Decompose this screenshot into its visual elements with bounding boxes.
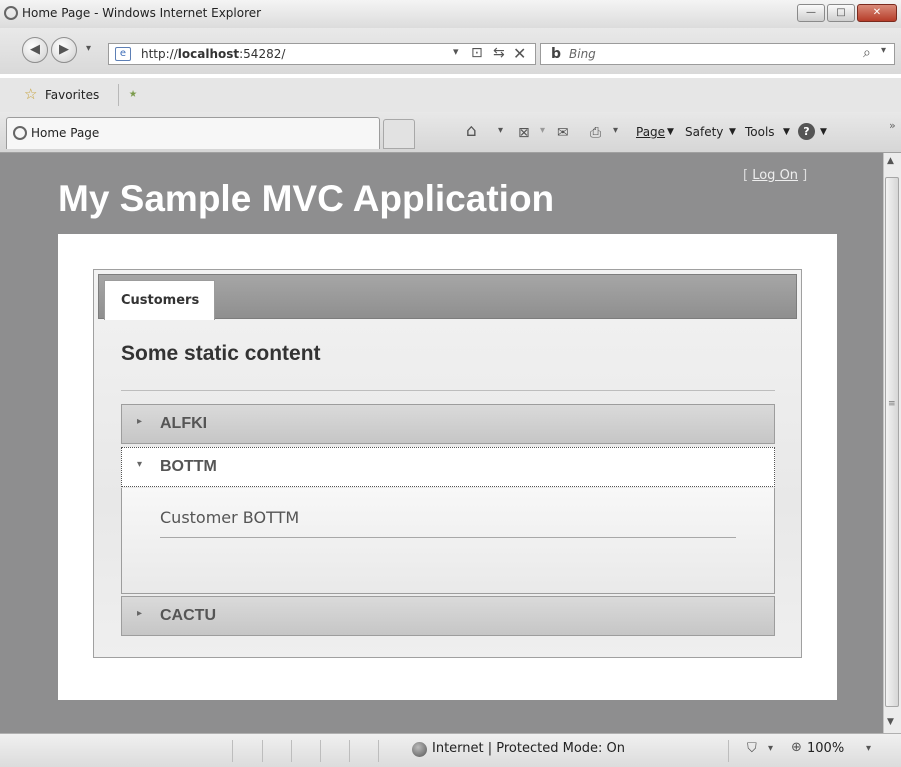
refresh-icon[interactable]: ⇆ <box>493 45 505 61</box>
compatibility-view-icon[interactable]: ⊡ <box>471 45 483 61</box>
collapsed-arrow-icon: ▸ <box>137 608 143 619</box>
app-title: My Sample MVC Application <box>58 178 555 219</box>
print-icon[interactable]: ⎙ <box>590 125 601 141</box>
zoom-magnifier-icon: ⊕ <box>791 740 802 755</box>
print-dropdown-icon[interactable]: ▾ <box>613 125 618 136</box>
bing-logo-icon: b <box>551 46 562 62</box>
panelbar-item-cactu[interactable]: ▸ CACTU <box>121 596 775 636</box>
status-divider <box>349 740 350 762</box>
tab-title: Home Page <box>31 126 100 140</box>
close-window-button[interactable]: ✕ <box>857 4 897 22</box>
expanded-arrow-icon: ▾ <box>137 459 143 470</box>
logon-link[interactable]: Log On <box>752 168 798 183</box>
safety-menu[interactable]: Safety <box>685 125 723 139</box>
status-divider <box>378 740 379 762</box>
zoom-dropdown-icon[interactable]: ▾ <box>866 743 871 754</box>
favorites-button[interactable]: Favorites <box>45 88 99 102</box>
home-icon[interactable]: ⌂ <box>466 121 477 141</box>
new-tab-button[interactable] <box>383 119 415 149</box>
minimize-button[interactable]: — <box>797 4 825 22</box>
browser-tab-home-page[interactable]: Home Page <box>6 117 380 149</box>
status-divider <box>728 740 729 762</box>
feeds-icon[interactable]: ⊠ <box>518 125 530 141</box>
page-menu[interactable]: Page <box>636 125 665 139</box>
stop-icon[interactable]: ✕ <box>513 44 526 63</box>
scrollbar-grip-icon: ≡ <box>888 399 896 409</box>
logon-bracket-close: ] <box>798 168 808 183</box>
status-divider <box>291 740 292 762</box>
panelbar-item-label: CACTU <box>160 607 216 624</box>
protected-mode-dropdown-icon[interactable]: ▾ <box>768 743 773 754</box>
tools-menu-arrow-icon: ▼ <box>783 127 790 137</box>
help-icon[interactable]: ? <box>798 123 815 140</box>
favorites-divider <box>118 84 119 106</box>
read-mail-icon[interactable]: ✉ <box>557 125 569 141</box>
home-dropdown-icon[interactable]: ▾ <box>498 125 503 136</box>
scroll-up-arrow-icon[interactable]: ▲ <box>887 156 894 166</box>
logon-bracket-open: [ <box>743 168 753 183</box>
search-placeholder: Bing <box>569 47 596 61</box>
add-to-favorites-bar-icon[interactable]: ⭑ <box>129 84 137 102</box>
panelbar-content-bottm <box>121 488 775 594</box>
panelbar-item-alfki[interactable]: ▸ ALFKI <box>121 404 775 444</box>
scroll-down-arrow-icon[interactable]: ▼ <box>887 717 894 727</box>
maximize-button[interactable]: □ <box>827 4 855 22</box>
heading-divider <box>121 390 775 391</box>
protected-mode-lock-icon[interactable]: ⛉ <box>747 741 757 756</box>
address-dropdown-icon[interactable]: ▾ <box>453 45 459 58</box>
tab-customers[interactable]: Customers <box>104 280 215 320</box>
back-button[interactable]: ◀ <box>22 37 48 63</box>
search-options-dropdown-icon[interactable]: ▾ <box>881 45 886 56</box>
scrollbar-thumb[interactable] <box>885 177 899 707</box>
safety-menu-arrow-icon: ▼ <box>729 127 736 137</box>
search-icon[interactable]: ⌕ <box>863 45 871 61</box>
address-bar[interactable]: e http://localhost:54282/ ▾ ⊡ ⇆ ✕ <box>108 43 536 65</box>
tools-menu[interactable]: Tools <box>745 125 775 139</box>
collapsed-arrow-icon: ▸ <box>137 416 143 427</box>
status-divider <box>320 740 321 762</box>
favorites-star-icon[interactable]: ☆ <box>24 85 37 103</box>
customer-content-text: Customer BOTTM <box>160 508 300 527</box>
page-menu-arrow-icon: ▼ <box>667 127 674 137</box>
address-url: http://localhost:54282/ <box>141 47 286 61</box>
more-commands-icon[interactable]: » <box>889 119 896 132</box>
feeds-dropdown-icon[interactable]: ▾ <box>540 125 545 136</box>
ie-logo-icon <box>4 6 18 20</box>
window-title: Home Page - Windows Internet Explorer <box>22 6 262 20</box>
forward-button[interactable]: ▶ <box>51 37 77 63</box>
content-divider <box>160 537 736 538</box>
help-arrow-icon: ▼ <box>820 127 827 137</box>
security-zone-status[interactable]: Internet | Protected Mode: On <box>432 741 625 756</box>
panelbar-item-label: ALFKI <box>160 415 208 432</box>
internet-zone-globe-icon <box>412 742 427 757</box>
window-title-bar: Home Page - Windows Internet Explorer <box>0 0 901 29</box>
tab-customers-label: Customers <box>121 293 200 308</box>
recent-pages-dropdown-icon[interactable]: ▾ <box>86 43 91 54</box>
logon-area: [ Log On ] <box>743 168 807 183</box>
search-box[interactable]: b Bing ⌕ ▾ <box>540 43 895 65</box>
page-icon: e <box>115 47 131 61</box>
status-divider <box>262 740 263 762</box>
status-divider <box>232 740 233 762</box>
static-content-heading: Some static content <box>121 342 321 365</box>
panelbar-item-label: BOTTM <box>160 458 217 475</box>
tab-ie-icon <box>13 126 27 140</box>
panelbar-item-bottm[interactable]: ▾ BOTTM <box>121 447 775 487</box>
zoom-level[interactable]: 100% <box>807 741 844 756</box>
